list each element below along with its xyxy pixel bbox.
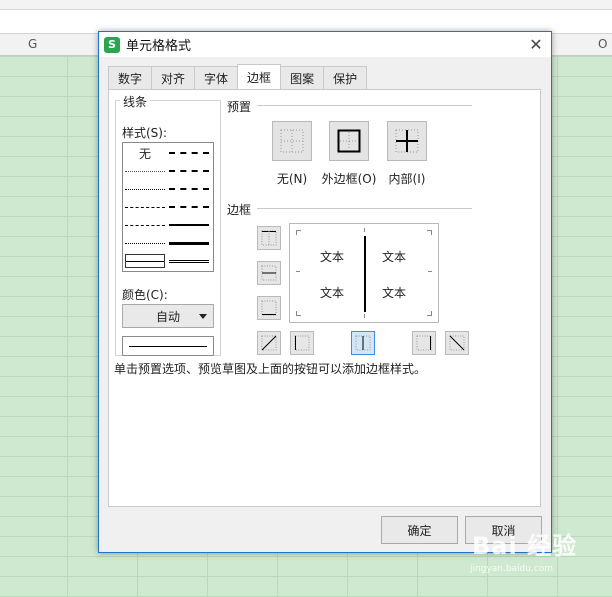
line-style-none[interactable]: 无 xyxy=(125,146,165,161)
line-style-item[interactable] xyxy=(125,164,165,178)
preset-outline-label: 外边框(O) xyxy=(321,172,377,186)
border-divider xyxy=(257,208,472,209)
preview-corner-mark xyxy=(427,311,432,316)
border-right-button[interactable] xyxy=(412,331,436,355)
tab-number[interactable]: 数字 xyxy=(108,66,153,89)
tab-pattern[interactable]: 图案 xyxy=(280,66,325,89)
border-inner-vertical-icon xyxy=(355,335,371,351)
ribbon-strip xyxy=(0,0,612,10)
border-middle-vertical-button[interactable] xyxy=(351,331,375,355)
line-style-item[interactable] xyxy=(169,164,209,178)
tab-font[interactable]: 字体 xyxy=(194,66,239,89)
preview-corner-mark xyxy=(296,230,301,235)
color-label: 颜色(C): xyxy=(122,288,168,302)
tab-border[interactable]: 边框 xyxy=(237,64,282,89)
watermark-url: jingyan.baidu.com xyxy=(470,564,554,574)
preset-inside-button[interactable] xyxy=(387,121,427,161)
border-bottom-button[interactable] xyxy=(257,296,281,320)
border-diagonal-up-button[interactable] xyxy=(257,331,281,355)
line-style-item[interactable] xyxy=(125,236,165,250)
ok-button[interactable]: 确定 xyxy=(381,516,458,544)
border-diagonal-down-button[interactable] xyxy=(445,331,469,355)
preview-mid-mark xyxy=(364,314,369,318)
preview-mid-mark xyxy=(364,228,369,232)
preset-outline-button[interactable] xyxy=(329,121,369,161)
line-style-item[interactable] xyxy=(169,236,209,250)
border-preview[interactable]: 文本 文本 文本 文本 xyxy=(289,223,439,323)
wps-sheet-icon: S xyxy=(104,36,120,53)
border-title: 边框 xyxy=(227,203,252,217)
border-outline-icon xyxy=(337,129,361,153)
color-preview xyxy=(122,336,214,356)
format-cells-dialog: S 单元格格式 ✕ 数字 对齐 字体 边框 图案 保护 线条 样式(S): 无 xyxy=(98,31,552,553)
line-group-title: 线条 xyxy=(120,93,151,110)
tab-bar: 数字 对齐 字体 边框 图案 保护 xyxy=(108,64,368,90)
line-style-selected[interactable] xyxy=(125,254,165,268)
close-icon[interactable]: ✕ xyxy=(527,35,545,54)
color-value: 自动 xyxy=(155,309,180,324)
line-style-item[interactable] xyxy=(169,200,209,214)
preview-text: 文本 xyxy=(320,250,345,264)
line-style-item[interactable] xyxy=(169,182,209,196)
tab-alignment[interactable]: 对齐 xyxy=(151,66,196,89)
preset-none-button[interactable] xyxy=(272,121,312,161)
line-style-item[interactable] xyxy=(125,218,165,232)
preview-corner-mark xyxy=(427,230,432,235)
border-middle-horizontal-button[interactable] xyxy=(257,261,281,285)
preset-none-label: 无(N) xyxy=(276,172,308,186)
border-top-button[interactable] xyxy=(257,226,281,250)
border-tab-panel: 线条 样式(S): 无 颜色(C): 自动 预置 无(N) 外边框(O) 内部(… xyxy=(108,89,541,507)
preview-text: 文本 xyxy=(382,250,407,264)
preview-inner-vertical-line xyxy=(364,236,366,312)
line-style-item[interactable] xyxy=(169,218,209,232)
chevron-down-icon xyxy=(199,314,207,319)
dialog-titlebar[interactable]: S 单元格格式 ✕ xyxy=(99,32,551,57)
preset-divider xyxy=(257,105,472,106)
border-diagonal-down-icon xyxy=(449,335,465,351)
border-none-icon xyxy=(280,129,304,153)
border-top-icon xyxy=(261,230,277,246)
preview-corner-mark xyxy=(296,311,301,316)
line-style-item[interactable] xyxy=(169,254,209,268)
preset-title: 预置 xyxy=(227,100,252,114)
border-left-button[interactable] xyxy=(290,331,314,355)
column-letter-o[interactable]: O xyxy=(598,37,607,51)
border-left-icon xyxy=(294,335,310,351)
tab-protection[interactable]: 保护 xyxy=(323,66,368,89)
line-style-item[interactable] xyxy=(169,146,209,160)
watermark-logo-text: Bai 经验 xyxy=(472,532,578,560)
hint-text: 单击预置选项、预览草图及上面的按钮可以添加边框样式。 xyxy=(114,362,427,376)
preset-inside-label: 内部(I) xyxy=(388,172,426,186)
line-style-list: 无 xyxy=(122,142,214,272)
baidu-watermark: Bai 经验 jingyan.baidu.com xyxy=(466,520,606,580)
color-dropdown[interactable]: 自动 xyxy=(122,304,214,328)
column-letter-g[interactable]: G xyxy=(28,37,37,51)
border-inner-horizontal-icon xyxy=(261,265,277,281)
border-bottom-icon xyxy=(261,300,277,316)
line-group: 线条 样式(S): 无 颜色(C): 自动 xyxy=(115,93,221,356)
preview-text: 文本 xyxy=(382,286,407,300)
line-style-item[interactable] xyxy=(125,200,165,214)
preview-mid-mark xyxy=(428,271,432,276)
style-label: 样式(S): xyxy=(122,126,168,140)
border-inside-icon xyxy=(395,129,419,153)
preview-mid-mark xyxy=(296,271,300,276)
preview-text: 文本 xyxy=(320,286,345,300)
border-right-icon xyxy=(416,335,432,351)
border-diagonal-up-icon xyxy=(261,335,277,351)
line-style-item[interactable] xyxy=(125,182,165,196)
dialog-title: 单元格格式 xyxy=(126,39,192,54)
